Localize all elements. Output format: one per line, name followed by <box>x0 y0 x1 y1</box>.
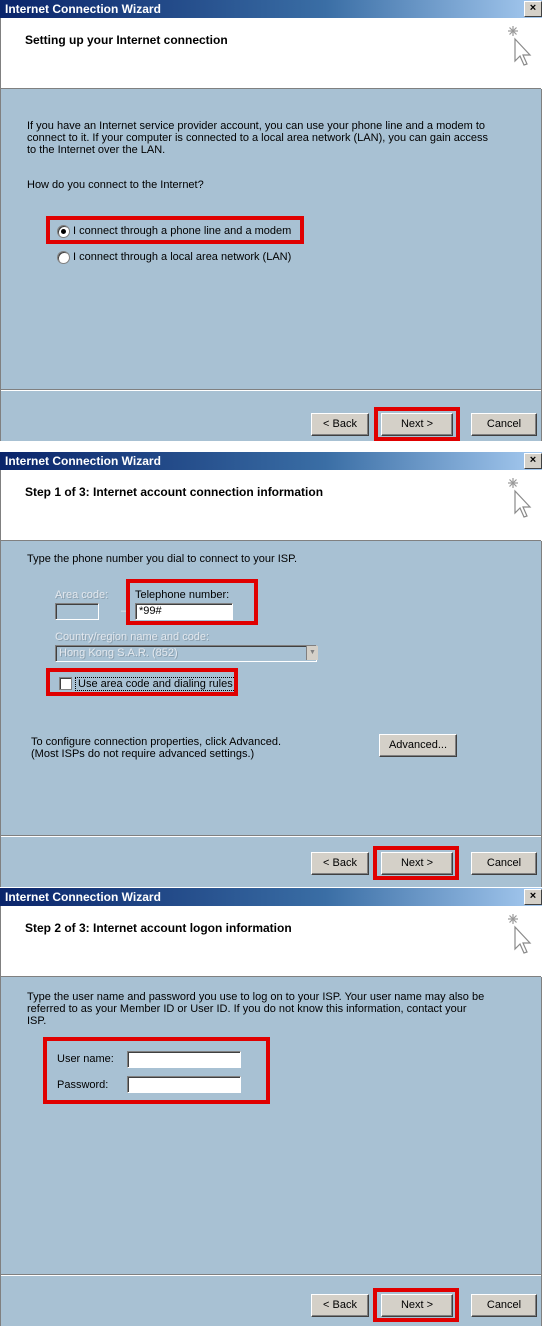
footer-divider <box>1 1274 541 1276</box>
title-bar[interactable]: Internet Connection Wizard × <box>0 452 542 470</box>
window-title: Internet Connection Wizard <box>5 2 161 16</box>
highlight-box <box>126 579 258 625</box>
wizard-window-3: Internet Connection Wizard × Step 2 of 3… <box>0 888 542 1326</box>
title-bar[interactable]: Internet Connection Wizard × <box>0 0 542 18</box>
wizard-body: Type the user name and password you use … <box>0 977 542 1326</box>
wizard-header: Step 2 of 3: Internet account logon info… <box>0 906 541 977</box>
wizard-cursor-sparkle-icon <box>507 25 531 66</box>
area-code-label: Area code: <box>55 589 109 601</box>
wizard-window-1: Internet Connection Wizard × Setting up … <box>0 0 542 441</box>
close-button[interactable]: × <box>524 1 542 17</box>
highlight-box <box>43 1037 270 1104</box>
back-button[interactable]: < Back <box>311 1294 369 1317</box>
wizard-body: Type the phone number you dial to connec… <box>0 541 542 887</box>
step-title: Step 1 of 3: Internet account connection… <box>25 485 324 499</box>
cancel-button[interactable]: Cancel <box>471 1294 537 1317</box>
close-button[interactable]: × <box>524 453 542 469</box>
step-title: Step 2 of 3: Internet account logon info… <box>25 921 292 935</box>
radio-lan[interactable] <box>57 251 70 264</box>
back-button[interactable]: < Back <box>311 413 369 436</box>
wizard-window-2: Internet Connection Wizard × Step 1 of 3… <box>0 452 542 888</box>
country-label: Country/region name and code: <box>55 631 210 643</box>
cancel-button[interactable]: Cancel <box>471 413 537 436</box>
window-title: Internet Connection Wizard <box>5 890 161 904</box>
wizard-cursor-sparkle-icon <box>507 477 531 518</box>
back-button[interactable]: < Back <box>311 852 369 875</box>
country-select: Hong Kong S.A.R. (852) <box>55 645 317 662</box>
highlight-box <box>374 407 460 441</box>
intro-text: If you have an Internet service provider… <box>27 120 489 156</box>
connection-question: How do you connect to the Internet? <box>27 179 204 191</box>
window-title: Internet Connection Wizard <box>5 454 161 468</box>
footer-divider <box>1 389 541 391</box>
step-title: Setting up your Internet connection <box>25 33 228 47</box>
intro-text: Type the phone number you dial to connec… <box>27 553 298 565</box>
wizard-cursor-sparkle-icon <box>507 913 531 954</box>
area-code-field <box>55 603 99 620</box>
close-button[interactable]: × <box>524 889 542 905</box>
radio-lan-label[interactable]: I connect through a local area network (… <box>73 251 291 263</box>
wizard-body: If you have an Internet service provider… <box>0 89 542 441</box>
chevron-down-icon: ▼ <box>306 646 318 660</box>
highlight-box <box>46 216 304 244</box>
advanced-info-line-2: (Most ISPs do not require advanced setti… <box>31 748 255 760</box>
highlight-box <box>373 1288 459 1322</box>
cancel-button[interactable]: Cancel <box>471 852 537 875</box>
footer-divider <box>1 835 541 837</box>
highlight-box <box>373 846 459 880</box>
advanced-info-line-1: To configure connection properties, clic… <box>31 736 282 748</box>
advanced-button[interactable]: Advanced... <box>379 734 457 757</box>
wizard-header: Setting up your Internet connection <box>0 18 541 89</box>
wizard-header: Step 1 of 3: Internet account connection… <box>0 470 541 541</box>
highlight-box <box>46 668 238 696</box>
title-bar[interactable]: Internet Connection Wizard × <box>0 888 542 906</box>
intro-text: Type the user name and password you use … <box>27 991 485 1027</box>
